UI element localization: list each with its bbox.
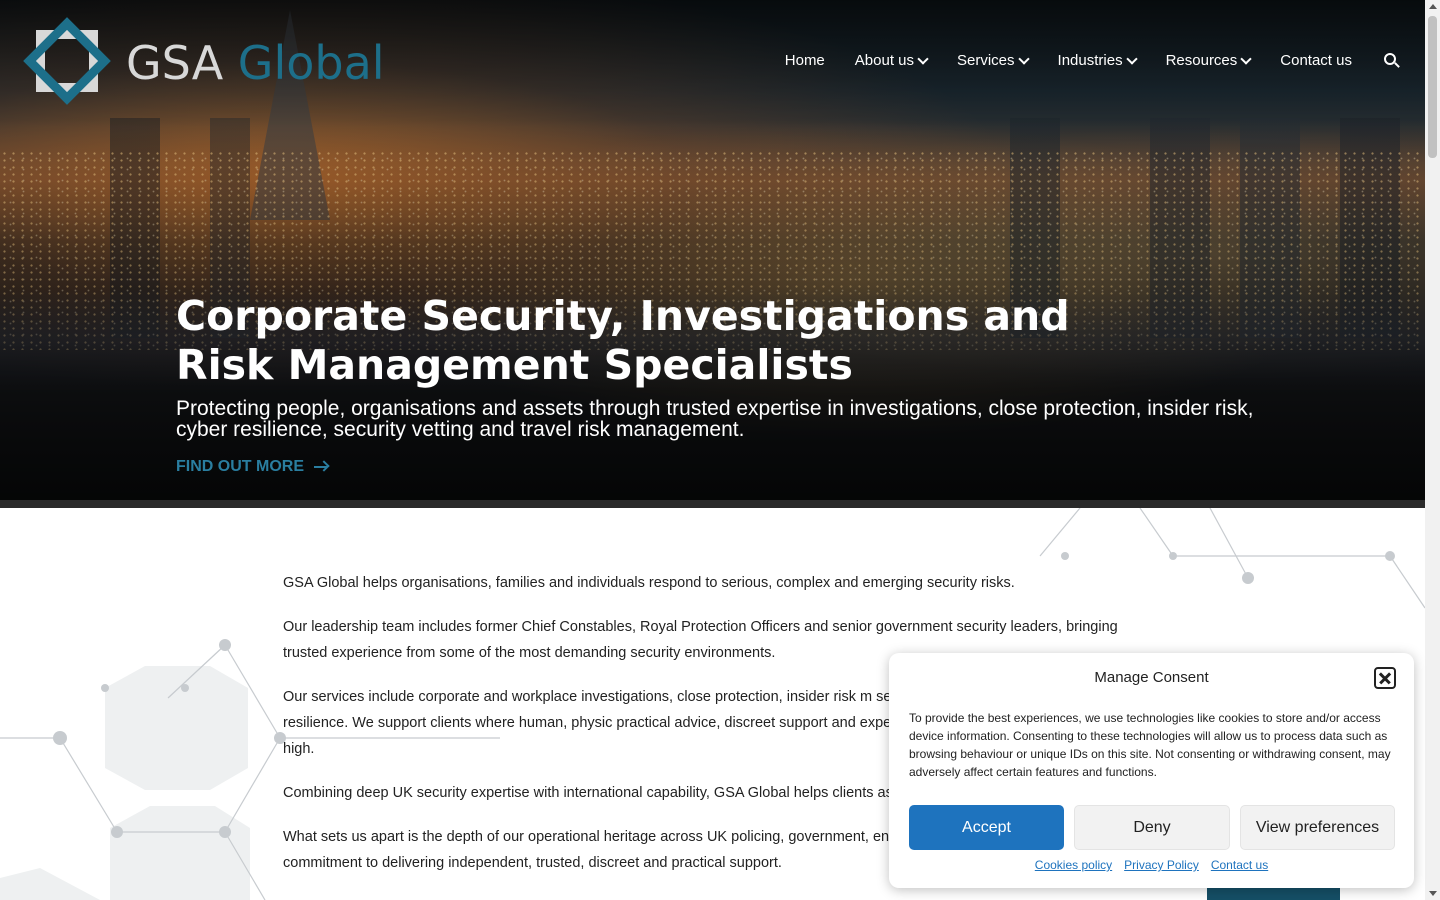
accept-button[interactable]: Accept <box>909 805 1064 850</box>
find-out-more-link[interactable]: FIND OUT MORE <box>176 458 330 476</box>
privacy-policy-link[interactable]: Privacy Policy <box>1124 858 1199 872</box>
chevron-down-icon <box>1125 52 1138 65</box>
chevron-down-icon <box>1240 52 1252 65</box>
close-icon[interactable] <box>1374 667 1396 689</box>
hex-line <box>1139 508 1174 557</box>
search-icon-handle <box>1394 61 1400 68</box>
consent-title: Manage Consent <box>1094 669 1209 686</box>
nav-item-resources[interactable]: Resources <box>1165 52 1252 69</box>
hex-line <box>1389 555 1425 609</box>
cookies-policy-link[interactable]: Cookies policy <box>1035 858 1112 872</box>
nav-item-label: Home <box>784 52 825 69</box>
hero-subtitle: Protecting people, organisations and ass… <box>176 397 1254 441</box>
scroll-down-icon[interactable] <box>1429 891 1437 896</box>
logo-wordmark: GSA Global <box>126 36 385 90</box>
hex-node <box>181 684 189 692</box>
search-icon[interactable] <box>1384 52 1400 69</box>
logo-icon <box>23 17 114 108</box>
consent-links: Cookies policy Privacy Policy Contact us <box>889 858 1414 872</box>
page-scrollbar[interactable] <box>1425 0 1440 900</box>
chevron-down-icon <box>1017 52 1030 65</box>
hex-node <box>1385 551 1395 561</box>
hex-node <box>1242 572 1254 584</box>
hex-line <box>1039 508 1081 557</box>
consent-body: To provide the best experiences, we use … <box>909 711 1391 779</box>
hex-node <box>53 731 67 745</box>
hex-node <box>111 826 123 838</box>
consent-dialog: Manage Consent To provide the best exper… <box>889 653 1414 888</box>
hex-shape <box>0 868 100 900</box>
nav-item-contact-us[interactable]: Contact us <box>1280 52 1352 69</box>
hex-node <box>219 639 231 651</box>
main-nav: Home About us Services Industries Resour… <box>755 52 1400 69</box>
nav-item-label: Contact us <box>1280 52 1352 69</box>
hex-line <box>1209 508 1249 579</box>
logo-text-gsa: GSA <box>126 36 224 90</box>
hex-node <box>219 826 231 838</box>
logo-text-global: Global <box>237 36 385 90</box>
nav-item-label: Resources <box>1165 52 1238 69</box>
hex-node <box>1169 552 1177 560</box>
hex-node <box>1061 552 1069 560</box>
nav-item-about-us[interactable]: About us <box>854 52 929 69</box>
nav-item-industries[interactable]: Industries <box>1057 52 1138 69</box>
hex-shape <box>110 806 250 900</box>
nav-item-label: Industries <box>1057 52 1123 69</box>
scrollbar-thumb[interactable] <box>1428 16 1437 158</box>
hero-bottom-bar <box>0 500 1425 508</box>
scroll-up-icon[interactable] <box>1429 4 1437 9</box>
nav-item-services[interactable]: Services <box>957 52 1030 69</box>
view-preferences-button[interactable]: View preferences <box>1240 805 1395 850</box>
find-out-more-label: FIND OUT MORE <box>176 458 304 475</box>
nav-item-label: Services <box>957 52 1015 69</box>
chevron-down-icon <box>917 52 929 65</box>
arrow-right-head <box>318 460 330 472</box>
site-logo[interactable]: GSA Global <box>23 17 385 108</box>
hero-title: Corporate Security, Investigations and R… <box>176 292 1070 389</box>
deny-button[interactable]: Deny <box>1074 805 1230 850</box>
nav-item-home[interactable]: Home <box>785 52 825 69</box>
nav-item-label: About us <box>854 52 914 69</box>
hex-shape <box>105 666 248 790</box>
hex-node <box>101 684 109 692</box>
intro-paragraph: GSA Global helps organisations, families… <box>283 575 1015 591</box>
arrow-right-icon <box>314 460 330 473</box>
contact-us-link[interactable]: Contact us <box>1211 858 1268 872</box>
